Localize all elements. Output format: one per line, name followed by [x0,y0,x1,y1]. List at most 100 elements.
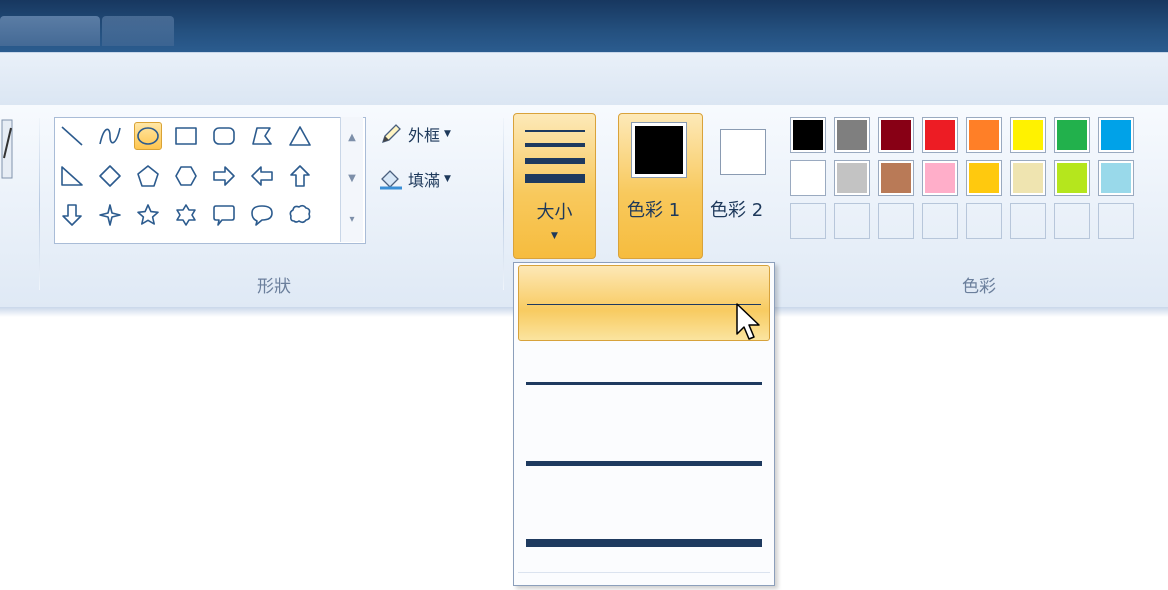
size-option-size-3px[interactable] [518,345,770,421]
dropdown-footer [518,572,770,581]
five-point-star-icon[interactable] [136,203,160,227]
expand-gallery-icon[interactable]: ▾ [341,199,363,240]
palette-color-swatch[interactable] [1054,117,1090,153]
cloud-callout-icon[interactable] [288,203,312,227]
palette-color-swatch[interactable] [922,117,958,153]
palette-color-swatch[interactable] [966,160,1002,196]
color1-swatch [631,122,687,178]
palette-color-swatch[interactable] [790,160,826,196]
line-width-icon [525,130,585,183]
palette-custom-slot[interactable] [834,203,870,239]
fill-label: 填滿 [408,171,441,190]
swatch-fill [1101,120,1131,150]
quick-access-tab[interactable] [0,16,100,46]
swatch-fill [925,120,955,150]
rounded-rectangle-icon[interactable] [212,124,236,148]
down-arrow-icon[interactable] [60,203,84,227]
paint-bucket-icon [380,170,402,190]
color2-fill [724,133,762,171]
up-arrow-icon[interactable] [288,164,312,188]
swatch-fill [1013,120,1043,150]
brush-tool-icon[interactable] [0,118,14,180]
palette-custom-slot[interactable] [1010,203,1046,239]
size-option-size-1px[interactable] [518,265,770,341]
swatch-fill [793,163,823,193]
mouse-cursor-icon [736,303,760,340]
triangle-icon[interactable] [288,124,312,148]
scroll-up-icon[interactable]: ▲ [341,117,363,158]
title-bar [0,0,1168,52]
right-arrow-icon[interactable] [212,164,236,188]
scroll-down-icon[interactable]: ▼ [341,158,363,199]
color2-swatch [720,129,766,175]
palette-custom-slot[interactable] [1098,203,1134,239]
swatch-fill [1013,163,1043,193]
color2-label: 色彩 2 [710,200,764,221]
quick-access-tab-2[interactable] [102,16,174,46]
palette-color-swatch[interactable] [878,117,914,153]
pencil-icon [381,124,401,144]
palette-color-swatch[interactable] [966,117,1002,153]
swatch-fill [793,120,823,150]
outline-label: 外框 [408,126,441,145]
palette-color-swatch[interactable] [834,160,870,196]
group-separator [39,118,40,290]
left-arrow-icon[interactable] [250,164,274,188]
line-thickness-preview [526,461,762,466]
curve-icon[interactable] [98,124,122,148]
color1-fill [635,126,683,174]
swatch-fill [837,163,867,193]
palette-color-swatch[interactable] [834,117,870,153]
swatch-fill [969,163,999,193]
group-separator [503,118,504,290]
palette-color-swatch[interactable] [790,117,826,153]
fill-button[interactable]: 填滿 ▼ [378,166,451,192]
outline-button[interactable]: 外框 ▼ [378,121,451,147]
swatch-fill [837,120,867,150]
swatch-fill [1057,163,1087,193]
palette-custom-slot[interactable] [1054,203,1090,239]
line-thickness-preview [527,304,761,305]
palette-color-swatch[interactable] [1010,117,1046,153]
line-icon[interactable] [60,124,84,148]
six-point-star-icon[interactable] [174,203,198,227]
palette-color-swatch[interactable] [1054,160,1090,196]
fill-dropdown-arrow-icon: ▼ [444,174,451,184]
outline-dropdown-arrow-icon: ▼ [444,129,451,139]
rounded-callout-icon[interactable] [212,203,236,227]
hexagon-icon[interactable] [174,164,198,188]
swatch-fill [1101,163,1131,193]
palette-color-swatch[interactable] [1098,117,1134,153]
color1-label: 色彩 1 [627,200,681,221]
palette-custom-slot[interactable] [922,203,958,239]
swatch-fill [1057,120,1087,150]
size-dropdown-arrow-icon: ▼ [551,231,558,241]
polygon-icon[interactable] [250,124,274,148]
rectangle-icon[interactable] [174,124,198,148]
swatch-fill [881,163,911,193]
size-button[interactable]: 大小 ▼ [513,113,596,259]
shapes-group-label: 形狀 [257,277,291,297]
palette-color-swatch[interactable] [1098,160,1134,196]
palette-custom-slot[interactable] [790,203,826,239]
palette-custom-slot[interactable] [878,203,914,239]
shapes-gallery-scroll: ▲ ▼ ▾ [340,117,363,242]
line-thickness-preview [526,382,762,385]
pentagon-icon[interactable] [136,164,160,188]
swatch-fill [881,120,911,150]
diamond-icon[interactable] [98,164,122,188]
oval-icon[interactable] [134,122,162,150]
size-option-size-5px[interactable] [518,425,770,501]
size-option-size-8px[interactable] [518,505,770,581]
color1-button[interactable]: 色彩 1 [618,113,703,259]
line-thickness-preview [526,539,762,547]
oval-callout-icon[interactable] [250,203,274,227]
right-triangle-icon[interactable] [60,164,84,188]
palette-color-swatch[interactable] [878,160,914,196]
palette-custom-slot[interactable] [966,203,1002,239]
four-point-star-icon[interactable] [98,203,122,227]
swatch-fill [925,163,955,193]
palette-color-swatch[interactable] [1010,160,1046,196]
palette-color-swatch[interactable] [922,160,958,196]
swatch-fill [969,120,999,150]
